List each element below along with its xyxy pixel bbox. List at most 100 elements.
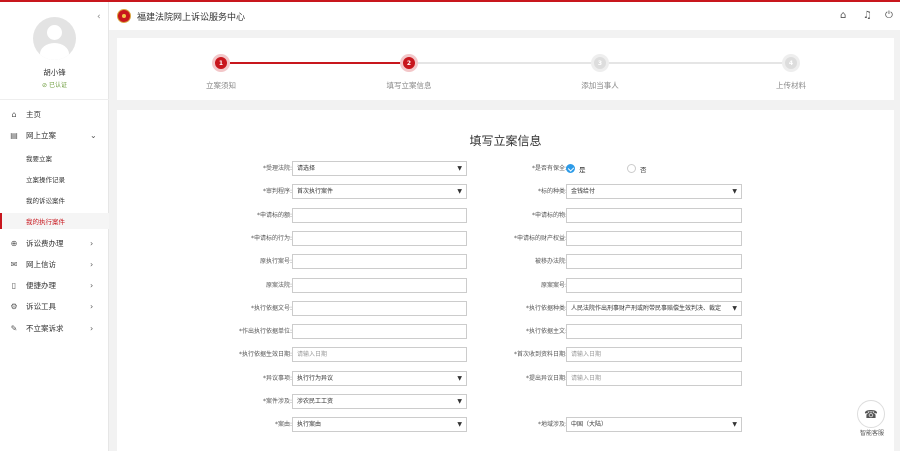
right-field-value-11: 中国（大陆） (571, 421, 608, 429)
right-field-label-4: 被移办法院: (534, 258, 567, 266)
sidebar-item-litigation-tools[interactable]: ⚙ 诉讼工具 › (0, 298, 109, 314)
right-field-value-8: 请输入日期 (571, 351, 602, 359)
right-field-label-0: *是否有保全: (531, 165, 567, 172)
left-field-label-4: 原执行案号: (259, 258, 292, 266)
left-field-input-0[interactable]: 请选择 ▼ (292, 161, 467, 176)
coin-icon: ⊕ (10, 238, 18, 248)
step-connector (230, 62, 408, 64)
chevron-right-icon: › (90, 280, 94, 290)
customer-service-icon[interactable]: ☎ (857, 400, 885, 428)
left-field-input-2[interactable] (292, 207, 467, 223)
sidebar-subitem-file-case[interactable]: 我要立案 (0, 150, 109, 166)
left-field-input-10[interactable]: 涉农民工工资 ▼ (292, 394, 467, 409)
case-info-form: 填写立案信息 *受理法院: 请选择 ▼ *审判程序: 首次执行案件 ▼ *申请标的额: *申请… (117, 110, 894, 451)
left-field-input-1[interactable]: 首次执行案件 ▼ (292, 184, 467, 200)
left-field-value-9: 执行行为异议 (297, 374, 334, 382)
step-3-circle: 3 (591, 54, 609, 72)
left-field-label-11: *案由: (274, 421, 292, 429)
left-field-input-4[interactable] (292, 254, 467, 270)
chevron-right-icon: › (90, 259, 94, 269)
left-field-label-3: *申请标的行为: (250, 234, 292, 242)
right-field-input-9[interactable]: 请输入日期 (566, 370, 742, 386)
dropdown-arrow-icon: ▼ (457, 398, 462, 405)
left-field-input-9[interactable]: 执行行为异议 ▼ (292, 370, 467, 386)
right-field-input-3[interactable] (566, 230, 742, 246)
right-field-input-4[interactable] (566, 254, 742, 270)
left-field-label-6: *执行依据文号: (250, 304, 292, 312)
sidebar-item-litigation-fees[interactable]: ⊕ 诉讼费办理 › (0, 235, 109, 251)
preservation-no-radio[interactable]: 否 (627, 161, 647, 176)
sidebar-subitem-litigation-cases[interactable]: 我的诉讼案件 (0, 192, 109, 208)
left-field-input-11[interactable]: 执行案由 ▼ (292, 417, 467, 433)
sidebar-item-home[interactable]: ⌂ 主页 (0, 106, 109, 122)
chevron-right-icon: › (90, 301, 94, 311)
left-field-label-9: *异议事项: (262, 374, 292, 382)
left-field-input-5[interactable] (292, 277, 467, 293)
right-field-input-1[interactable]: 金钱给付 ▼ (566, 184, 742, 200)
left-field-label-1: *审判程序: (262, 188, 292, 196)
sidebar-item-online-filing[interactable]: ▤ 网上立案 ⌄ (0, 127, 109, 143)
sidebar-item-online-petition[interactable]: ✉ 网上信访 › (0, 256, 109, 272)
edit-icon: ✎ (10, 323, 18, 333)
chevron-right-icon: › (90, 238, 94, 248)
sidebar-item-quick-service[interactable]: ▯ 便捷办理 › (0, 277, 109, 293)
right-field-input-5[interactable] (566, 277, 742, 293)
left-field-value-11: 执行案由 (297, 421, 322, 429)
radio-checked-icon (566, 164, 575, 173)
home-icon: ⌂ (11, 109, 17, 119)
right-field-label-7: *执行依据主文: (525, 328, 567, 336)
dropdown-arrow-icon: ▼ (732, 304, 737, 312)
left-field-value-1: 首次执行案件 (297, 188, 334, 196)
form-title: 填写立案信息 (469, 134, 542, 148)
right-field-label-3: *申请标的财产权益: (513, 234, 567, 242)
step-1-label: 立案须知 (206, 81, 236, 90)
right-field-input-8[interactable]: 请输入日期 (566, 347, 742, 363)
right-field-label-5: 原案案号: (540, 281, 567, 289)
right-field-value-6: 人民法院作出刑事财产刑或附带民事赔偿生效判决、裁定 (571, 304, 722, 312)
mail-icon: ✉ (10, 259, 18, 269)
left-field-input-7[interactable] (292, 324, 467, 340)
right-field-label-2: *申请标的物: (531, 211, 567, 219)
collapse-sidebar-icon[interactable]: ‹ (97, 12, 101, 22)
right-field-label-8: *首次收到资料日期: (513, 351, 567, 359)
left-field-label-2: *申请标的额: (256, 211, 292, 219)
avatar[interactable] (33, 17, 76, 60)
left-field-label-7: *作出执行依据单位: (238, 328, 292, 336)
right-field-input-2[interactable] (566, 207, 742, 223)
sidebar-item-non-filing-appeal[interactable]: ✎ 不立案诉求 › (0, 320, 109, 336)
sidebar-subitem-execution-cases[interactable]: 我的执行案件 (0, 213, 109, 229)
left-field-label-5: 原案法院: (265, 281, 292, 289)
sidebar-divider (0, 99, 109, 100)
dropdown-arrow-icon: ▼ (732, 421, 737, 429)
verified-badge: ⊘ 已认证 (42, 82, 67, 89)
right-field-input-6[interactable]: 人民法院作出刑事财产刑或附带民事赔偿生效判决、裁定 ▼ (566, 300, 742, 316)
top-header: 福建法院网上诉讼服务中心 ⌂ ♫ ⏻ (109, 2, 900, 30)
sidebar-subitem-filing-records[interactable]: 立案操作记录 (0, 171, 109, 187)
bell-icon[interactable]: ♫ (863, 10, 872, 21)
customer-service-label[interactable]: 智能客服 (852, 428, 892, 437)
preservation-yes-radio[interactable]: 是 (566, 161, 586, 176)
left-field-label-8: *执行依据生效日期: (238, 351, 292, 359)
power-icon[interactable]: ⏻ (885, 10, 893, 21)
step-2-circle: 2 (400, 54, 418, 72)
court-emblem-icon (117, 9, 131, 23)
right-field-label-6: *执行依据种类: (525, 304, 567, 312)
right-field-label-1: *标的种类: (537, 188, 567, 196)
right-field-input-7[interactable] (566, 324, 742, 340)
step-4-circle: 4 (782, 54, 800, 72)
left-field-input-3[interactable] (292, 230, 467, 246)
sidebar: ‹ 胡小锋 ⊘ 已认证 ⌂ 主页 ▤ 网上立案 ⌄ 我要立案 立案操作记录 我的诉讼… (0, 2, 109, 451)
left-field-value-8: 请输入日期 (297, 351, 328, 359)
right-field-value-1: 金钱给付 (571, 188, 596, 196)
right-field-input-11[interactable]: 中国（大陆） ▼ (566, 417, 742, 433)
left-field-input-6[interactable] (292, 300, 467, 316)
left-field-value-10: 涉农民工工资 (297, 398, 334, 405)
step-1-circle: 1 (212, 54, 230, 72)
document-icon: ▤ (10, 130, 18, 140)
chevron-down-icon: ⌄ (90, 130, 97, 140)
home-icon[interactable]: ⌂ (840, 10, 846, 21)
step-3-label: 添加当事人 (581, 81, 619, 90)
left-field-input-8[interactable]: 请输入日期 (292, 347, 467, 363)
dropdown-arrow-icon: ▼ (732, 188, 737, 196)
step-2-label: 填写立案信息 (386, 81, 432, 90)
